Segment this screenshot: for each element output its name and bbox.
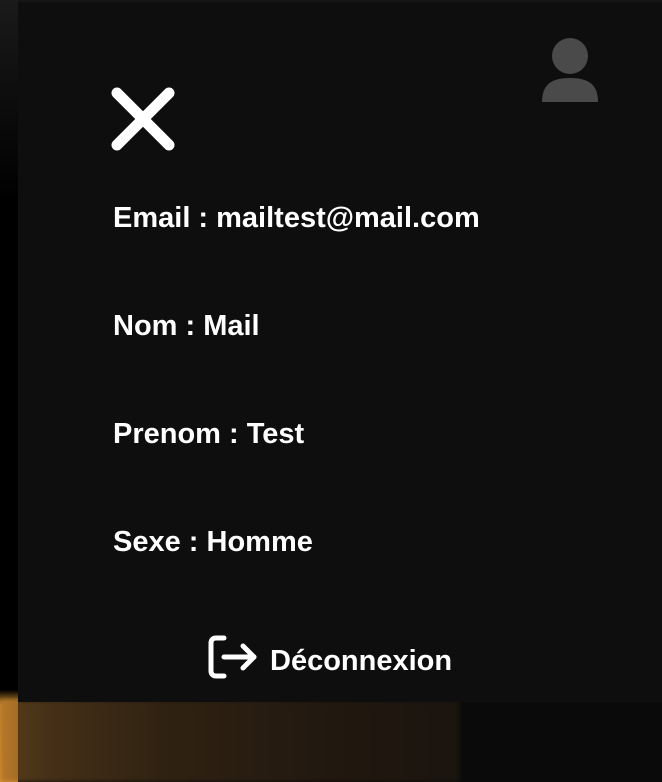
logout-label: Déconnexion	[270, 644, 453, 677]
profile-panel-bottom	[18, 700, 662, 782]
prenom-field: Prenom : Test	[113, 418, 305, 450]
logout-button[interactable]: Déconnexion	[208, 632, 452, 682]
logout-icon	[208, 635, 257, 679]
sexe-field: Sexe : Homme	[113, 526, 313, 558]
backdrop-left-strip	[0, 0, 18, 782]
close-icon[interactable]	[110, 86, 176, 152]
email-field: Email : mailtest@mail.com	[113, 202, 480, 234]
nom-field: Nom : Mail	[113, 310, 260, 342]
user-avatar-icon[interactable]	[540, 36, 600, 104]
